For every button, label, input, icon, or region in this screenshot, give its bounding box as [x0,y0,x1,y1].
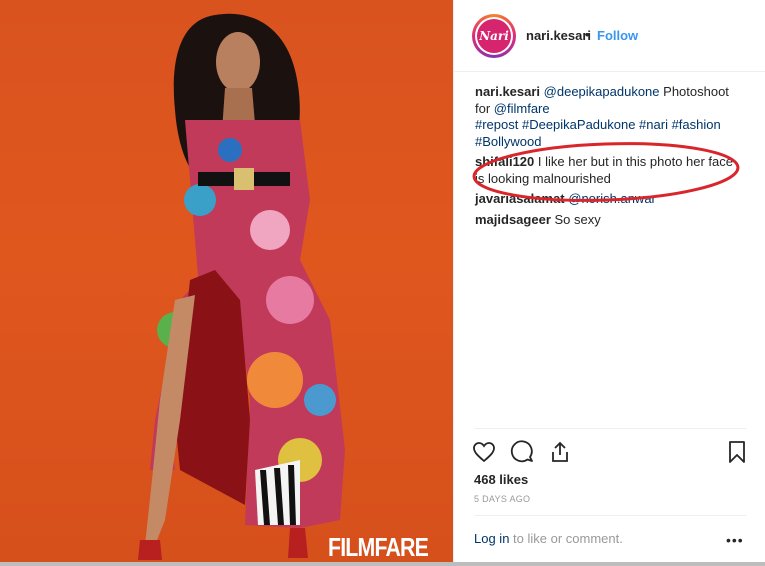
caption-username[interactable]: nari.kesari [475,84,540,99]
divider [474,428,746,429]
bookmark-icon[interactable] [725,440,749,464]
follow-button[interactable]: Follow [597,28,638,43]
header-username[interactable]: nari.kesari [526,28,591,43]
window-bottom-border [0,562,765,566]
post-header: Nari nari.kesari • Follow [454,0,765,72]
comment-username[interactable]: shifali120 [475,154,534,169]
list-item: majidsageer So sexy [475,212,745,229]
comment-text: So sexy [554,211,601,227]
photo-illustration [138,13,345,560]
login-prompt: Log in to like or comment. [474,531,623,546]
avatar[interactable]: Nari [472,14,516,58]
post-photo[interactable]: FILMFARE [0,0,453,562]
caption-mention[interactable]: @deepikapadukone [544,84,660,99]
comment-username[interactable]: majidsageer [475,212,551,227]
divider [474,515,746,516]
post-timestamp: 5 DAYS AGO [474,494,531,504]
avatar-logo-text: Nari [477,19,511,53]
filmfare-watermark: FILMFARE [328,532,429,562]
comment-username[interactable]: javariasalamat [475,191,565,206]
login-link[interactable]: Log in [474,531,509,546]
caption: nari.kesari @deepikapadukone Photoshoot … [475,84,745,150]
post-sidebar: Nari nari.kesari • Follow nari.kesari @d… [453,0,765,562]
likes-count[interactable]: 468 likes [474,472,528,487]
list-item: javariasalamat @norish.anwar [475,191,745,208]
login-prompt-text: to like or comment. [509,531,623,546]
more-options-icon[interactable]: ••• [726,532,744,548]
list-item: shifali120 I like her but in this photo … [475,154,745,187]
comment-icon[interactable] [510,440,534,464]
caption-hashtags[interactable]: #repost #DeepikaPadukone #nari #fashion … [475,117,721,149]
header-separator-dot: • [585,27,590,42]
comment-mention[interactable]: @norish.anwar [568,191,656,206]
share-icon[interactable] [548,440,572,464]
comments-list: nari.kesari @deepikapadukone Photoshoot … [475,84,745,232]
heart-icon[interactable] [472,440,496,464]
caption-mention-filmfare[interactable]: @filmfare [494,101,550,116]
action-bar [472,440,752,466]
